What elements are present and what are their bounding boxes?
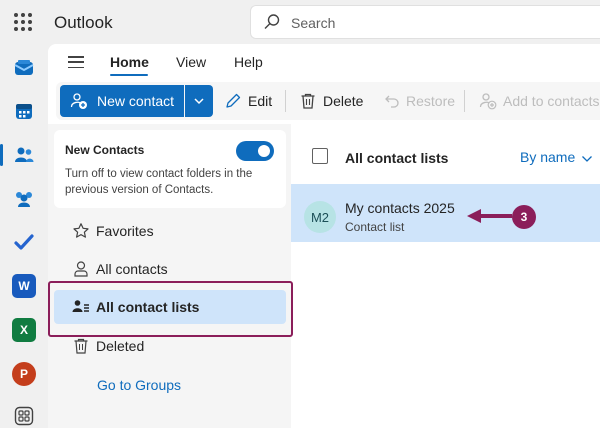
powerpoint-icon[interactable]: P — [12, 362, 36, 386]
excel-icon[interactable]: X — [12, 318, 36, 342]
new-contact-button[interactable]: New contact — [60, 85, 184, 117]
search-box[interactable]: Search — [250, 5, 600, 39]
active-rail-indicator — [0, 144, 3, 166]
delete-label: Delete — [323, 93, 364, 109]
chevron-down-icon[interactable] — [581, 154, 593, 164]
delete-button[interactable]: Delete — [299, 85, 363, 117]
tab-view[interactable]: View — [176, 54, 206, 70]
nav-item-favorites[interactable]: Favorites — [54, 214, 286, 248]
nav-item-label: Deleted — [96, 338, 145, 354]
search-input[interactable]: Search — [291, 15, 335, 31]
tab-help[interactable]: Help — [234, 54, 263, 70]
add-to-contacts-label: Add to contacts — [503, 93, 600, 109]
ribbon-divider — [285, 90, 286, 112]
more-apps-icon[interactable] — [12, 404, 36, 428]
toggle-title: New Contacts — [65, 143, 145, 157]
people-icon[interactable] — [12, 143, 36, 167]
toggle-description: Turn off to view contact folders in the … — [65, 168, 253, 196]
ribbon-tabs: Home View Help — [48, 44, 600, 80]
nav-item-label: Favorites — [96, 223, 154, 239]
search-icon — [264, 14, 280, 29]
restore-button[interactable]: Restore — [384, 85, 455, 117]
groups-icon[interactable] — [12, 186, 36, 210]
restore-label: Restore — [406, 93, 456, 109]
go-to-groups-link[interactable]: Go to Groups — [97, 377, 181, 393]
list-item-subtitle: Contact list — [345, 220, 405, 234]
ribbon-toolbar: New contact Edit Delete Restore Add to c… — [56, 82, 600, 120]
hamburger-menu-icon[interactable] — [68, 56, 84, 68]
calendar-icon[interactable] — [12, 99, 36, 123]
new-contact-label: New contact — [97, 93, 175, 109]
pencil-icon — [226, 93, 241, 108]
word-icon[interactable]: W — [12, 274, 36, 298]
annotation-step-badge: 3 — [512, 205, 536, 229]
star-icon — [73, 223, 89, 238]
trash-icon — [301, 93, 315, 109]
list-title: All contact lists — [345, 150, 449, 166]
annotation-highlight-box — [48, 281, 293, 337]
annotation-arrow-icon — [467, 209, 512, 223]
select-all-checkbox[interactable] — [312, 148, 328, 164]
person-icon — [74, 261, 88, 277]
main-frame: Home View Help New contact Edit Delete R… — [48, 44, 600, 428]
tab-home[interactable]: Home — [110, 54, 149, 70]
ribbon-divider — [464, 90, 465, 112]
nav-item-label: All contacts — [96, 261, 168, 277]
app-launcher-icon[interactable] — [14, 13, 32, 31]
mail-icon[interactable] — [12, 56, 36, 80]
new-contact-dropdown[interactable] — [185, 85, 213, 117]
list-item[interactable]: M2 My contacts 2025 Contact list 3 — [291, 184, 600, 242]
undo-icon — [385, 95, 399, 108]
active-tab-indicator — [110, 74, 148, 76]
toggle-knob — [258, 145, 270, 157]
todo-icon[interactable] — [12, 230, 36, 254]
add-person-icon — [479, 93, 497, 110]
avatar: M2 — [304, 201, 336, 233]
sort-dropdown[interactable]: By name — [520, 149, 575, 165]
add-to-contacts-button[interactable]: Add to contacts — [479, 85, 600, 117]
app-title: Outlook — [54, 13, 113, 32]
new-contacts-toggle-card: New Contacts Turn off to view contact fo… — [54, 130, 286, 208]
edit-button[interactable]: Edit — [224, 85, 272, 117]
navigation-pane: New Contacts Turn off to view contact fo… — [48, 124, 293, 428]
edit-label: Edit — [248, 93, 273, 109]
chevron-down-icon — [194, 98, 204, 105]
top-bar: Outlook Search — [0, 0, 600, 44]
add-person-icon — [70, 93, 87, 109]
list-header: All contact lists By name — [291, 124, 600, 178]
list-item-title: My contacts 2025 — [345, 200, 455, 216]
new-contacts-toggle[interactable] — [236, 141, 274, 161]
app-rail: W X P — [0, 44, 48, 428]
trash-icon — [74, 338, 88, 354]
